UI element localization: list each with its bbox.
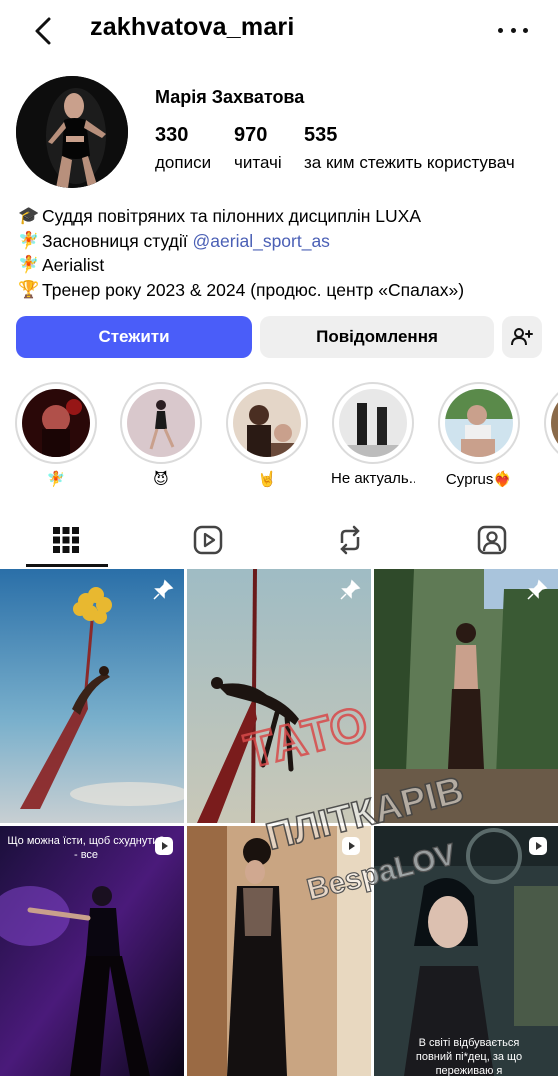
grid-icon [53, 527, 79, 553]
profile-tabs [0, 512, 558, 568]
bio-mention-link[interactable]: @aerial_sport_as [193, 229, 330, 254]
reels-icon [193, 525, 223, 555]
top-bar: zakhvatova_mari [0, 0, 558, 62]
posts-count-value: 330 [155, 124, 189, 146]
bio-text: Aerialist [42, 255, 105, 275]
fairy-icon: 🧚 [18, 255, 40, 274]
grid-post[interactable] [187, 826, 371, 1076]
posts-count[interactable]: 330 дописи [155, 124, 211, 173]
followers-count[interactable]: 970 читачі [234, 124, 282, 173]
story-highlights: 🧚 😈 🤘 Не актуаль... Cyprus❤️‍🔥 [0, 382, 558, 492]
bio-line: 🧚 Aerialist [18, 253, 548, 278]
highlight-label: 🧚 [46, 471, 66, 488]
posts-count-label: дописи [155, 153, 212, 172]
graduation-cap-icon: 🎓 [18, 206, 40, 225]
reels-icon [155, 837, 173, 855]
follow-button[interactable]: Стежити [16, 316, 252, 358]
highlight-item[interactable]: 🧚 [14, 382, 98, 488]
more-options-icon[interactable] [498, 18, 528, 42]
highlight-label: 🤘 [257, 471, 277, 488]
reels-icon [529, 837, 547, 855]
tab-reposts[interactable] [296, 512, 404, 568]
bio-text: Засновниця студії [42, 230, 193, 251]
pin-icon [527, 579, 548, 600]
profile-username: zakhvatova_mari [90, 13, 295, 41]
following-count-value: 535 [304, 124, 338, 146]
add-person-icon [511, 328, 533, 346]
highlight-label: Cyprus❤️‍🔥 [445, 471, 513, 488]
repost-icon [340, 525, 360, 555]
grid-post[interactable]: В світі відбувається повний пі*дец, за щ… [374, 826, 558, 1076]
suggest-user-button[interactable] [502, 316, 542, 358]
bio-line: 🧚 Засновниця студії @aerial_sport_as [18, 229, 548, 254]
highlight-label: 😈 [153, 471, 169, 488]
followers-count-value: 970 [234, 124, 268, 146]
bio-line: 🎓 Суддя повітряних та пілонних дисциплін… [18, 204, 548, 229]
post-caption: Що можна їсти, щоб схуднути? - все [7, 835, 165, 861]
tab-tagged[interactable] [438, 512, 546, 568]
posts-grid: Що можна їсти, щоб схуднути? - все В сві… [0, 569, 558, 1076]
profile-bio: 🎓 Суддя повітряних та пілонних дисциплін… [18, 204, 548, 302]
following-count-label: за ким стежить користувач [304, 153, 515, 172]
pin-icon [153, 579, 174, 600]
bio-text: Тренер року 2023 & 2024 (продюс. центр «… [42, 279, 465, 300]
post-caption: В світі відбувається повний пі*дец, за щ… [415, 1037, 523, 1076]
grid-post[interactable]: Що можна їсти, щоб схуднути? - все [0, 826, 184, 1076]
highlight-item[interactable]: Cyprus❤️‍🔥 [437, 382, 521, 488]
pin-icon [340, 579, 361, 600]
followers-count-label: читачі [234, 153, 282, 172]
avatar[interactable] [16, 76, 128, 188]
highlight-item[interactable]: Не актуаль... [331, 382, 415, 487]
trophy-icon: 🏆 [18, 279, 40, 299]
back-arrow-icon[interactable] [30, 14, 60, 48]
tab-reels[interactable] [154, 512, 262, 568]
tab-posts-grid[interactable] [12, 512, 120, 568]
bio-line: 🏆 Тренер року 2023 & 2024 (продюс. центр… [18, 278, 548, 303]
grid-post[interactable] [374, 569, 558, 823]
following-count[interactable]: 535 за ким стежить користувач [304, 124, 515, 173]
tagged-person-icon [477, 525, 507, 555]
grid-post[interactable] [187, 569, 371, 823]
highlight-item[interactable]: 🤘 [225, 382, 309, 488]
active-tab-indicator [26, 564, 108, 567]
fairy-icon: 🧚 [18, 230, 40, 250]
grid-post[interactable] [0, 569, 184, 823]
highlight-item[interactable]: 😈 [119, 382, 203, 488]
message-button[interactable]: Повідомлення [260, 316, 494, 358]
bio-text: Суддя повітряних та пілонних дисциплін L… [42, 206, 422, 226]
reels-icon [342, 837, 360, 855]
profile-full-name: Марія Захватова [155, 87, 305, 107]
highlight-label: Не актуаль... [331, 470, 415, 487]
highlight-item[interactable] [543, 382, 558, 464]
